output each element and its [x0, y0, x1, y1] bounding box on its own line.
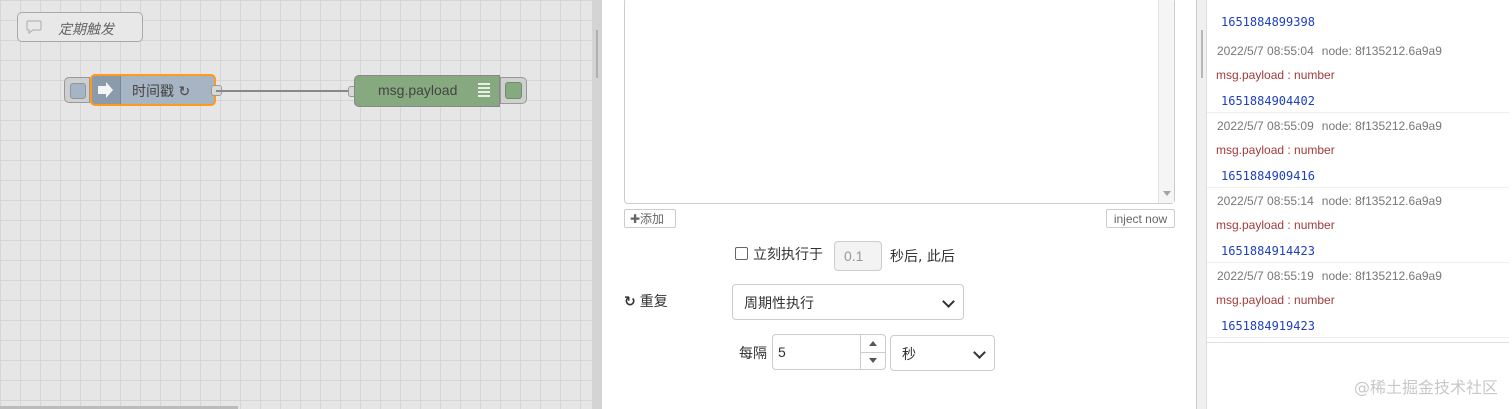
- chevron-down-icon: [942, 295, 955, 308]
- message-time: 2022/5/7 08:55:14: [1217, 194, 1314, 208]
- watermark: @稀土掘金技术社区: [1353, 378, 1498, 397]
- debug-message: 2022/5/7 08:55:09 node: 8f135212.6a9a9 ms…: [1207, 113, 1509, 188]
- repeat-select-value: 周期性执行: [744, 296, 814, 312]
- interval-stepper[interactable]: 5: [772, 334, 886, 370]
- debug-node-label: msg.payload: [378, 82, 458, 98]
- debug-toggle-button[interactable]: [500, 77, 527, 104]
- message-topic: msg.payload : number: [1216, 68, 1335, 82]
- debug-sidebar: 1651884899398 2022/5/7 08:55:04 node: 8f1…: [1207, 0, 1512, 409]
- interval-value: 5: [778, 344, 786, 360]
- flow-wire[interactable]: [216, 90, 353, 92]
- message-time: 2022/5/7 08:55:19: [1217, 269, 1314, 283]
- debug-list-icon: [478, 81, 490, 101]
- message-node[interactable]: node: 8f135212.6a9a9: [1322, 269, 1442, 283]
- comment-label: 定期触发: [58, 22, 114, 38]
- comment-icon: [26, 20, 42, 34]
- once-checkbox[interactable]: [735, 247, 748, 260]
- message-node[interactable]: node: 8f135212.6a9a9: [1322, 44, 1442, 58]
- interval-unit-select[interactable]: 秒: [890, 335, 995, 371]
- comment-node[interactable]: 定期触发: [17, 12, 143, 42]
- interval-unit-value: 秒: [902, 347, 916, 363]
- edit-tray: ✚添加 inject now 立刻执行于 秒后, 此后 ↻重复 周期性执行 每隔…: [602, 0, 1197, 409]
- splitter-grip: [1201, 30, 1203, 78]
- inject-trigger-button[interactable]: [64, 77, 90, 103]
- message-topic: msg.payload : number: [1216, 218, 1335, 232]
- properties-scrollbar[interactable]: [1158, 0, 1174, 203]
- sidebar-splitter[interactable]: [1197, 0, 1207, 409]
- message-topic: msg.payload : number: [1216, 143, 1335, 157]
- message-node[interactable]: node: 8f135212.6a9a9: [1322, 194, 1442, 208]
- message-time: 2022/5/7 08:55:09: [1217, 119, 1314, 133]
- inject-trigger-button-face: [70, 83, 86, 99]
- properties-list[interactable]: [624, 0, 1175, 204]
- stepper-down-icon[interactable]: [861, 352, 885, 369]
- debug-message: 2022/5/7 08:55:19 node: 8f135212.6a9a9 ms…: [1207, 263, 1509, 338]
- stepper-up-icon[interactable]: [861, 335, 885, 353]
- debug-message: 2022/5/7 08:55:14 node: 8f135212.6a9a9 ms…: [1207, 188, 1509, 263]
- canvas-splitter[interactable]: [592, 0, 602, 409]
- repeat-label: ↻ 重复: [624, 291, 668, 311]
- scroll-down-icon: [1163, 191, 1171, 196]
- once-delay-input[interactable]: [834, 241, 882, 271]
- message-meta: 2022/5/7 08:55:09 node: 8f135212.6a9a9: [1217, 119, 1442, 133]
- once-checkbox-label: 立刻执行于: [753, 247, 823, 263]
- debug-node[interactable]: msg.payload: [354, 75, 500, 107]
- inject-node[interactable]: 时间戳 ↻: [90, 74, 216, 106]
- message-node[interactable]: node: 8f135212.6a9a9: [1322, 119, 1442, 133]
- stepper-controls: [860, 335, 885, 369]
- message-meta: 2022/5/7 08:55:19 node: 8f135212.6a9a9: [1217, 269, 1442, 283]
- refresh-icon: ↻: [624, 294, 636, 310]
- inject-now-button[interactable]: inject now: [1106, 209, 1175, 228]
- debug-message: 2022/5/7 08:55:04 node: 8f135212.6a9a9 ms…: [1207, 38, 1509, 113]
- message-value[interactable]: 1651884904402: [1221, 94, 1315, 108]
- message-meta: 2022/5/7 08:55:14 node: 8f135212.6a9a9: [1217, 194, 1442, 208]
- message-time: 2022/5/7 08:55:04: [1217, 44, 1314, 58]
- splitter-grip: [596, 30, 598, 78]
- message-value[interactable]: 1651884899398: [1221, 15, 1315, 29]
- debug-message-list[interactable]: 1651884899398 2022/5/7 08:55:04 node: 8f1…: [1207, 0, 1509, 343]
- chevron-down-icon: [973, 346, 986, 359]
- debug-toggle-button-face: [505, 82, 522, 99]
- message-value[interactable]: 1651884909416: [1221, 169, 1315, 183]
- interval-label: 每隔: [739, 346, 767, 362]
- message-value[interactable]: 1651884919423: [1221, 319, 1315, 333]
- repeat-label-text: 重复: [639, 294, 668, 310]
- inject-node-label: 时间戳 ↻: [132, 84, 191, 100]
- add-property-button[interactable]: ✚添加: [624, 209, 676, 228]
- message-value[interactable]: 1651884914423: [1221, 244, 1315, 258]
- inject-arrow-icon: [92, 76, 121, 104]
- repeat-select[interactable]: 周期性执行: [732, 284, 964, 320]
- message-meta: 2022/5/7 08:55:04 node: 8f135212.6a9a9: [1217, 44, 1442, 58]
- once-delay-suffix: 秒后, 此后: [890, 249, 955, 265]
- message-topic: msg.payload : number: [1216, 293, 1335, 307]
- flow-canvas[interactable]: 定期触发 时间戳 ↻ msg.payload: [0, 0, 592, 409]
